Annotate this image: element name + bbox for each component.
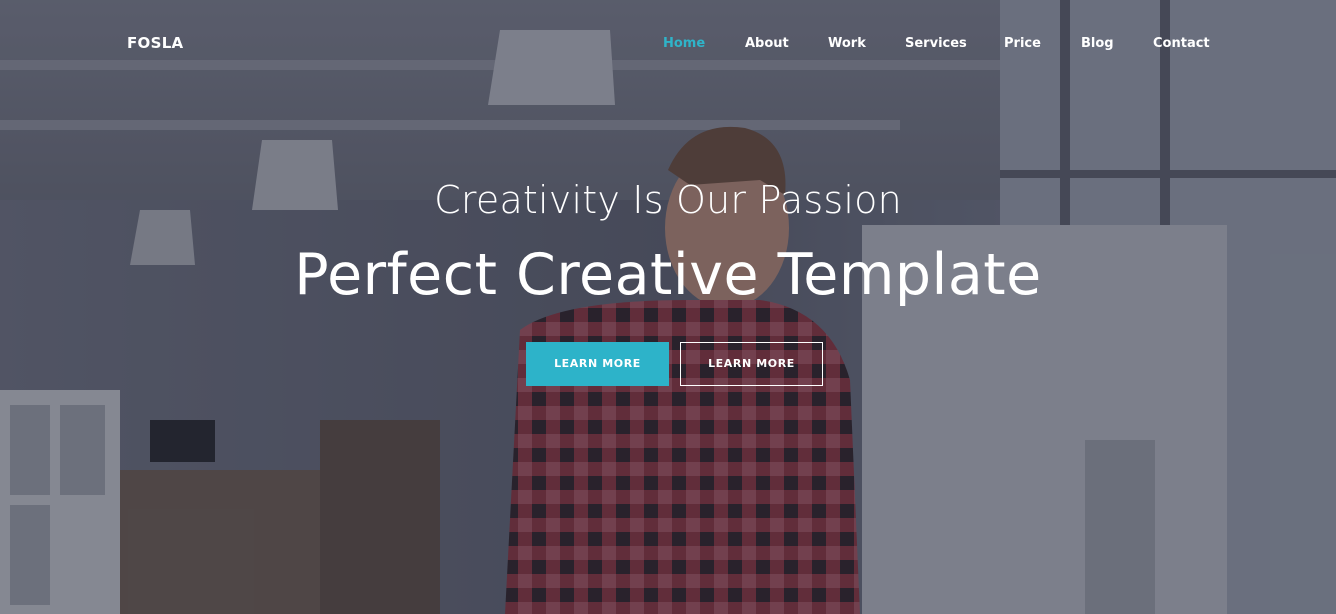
- learn-more-button-outline[interactable]: LEARN MORE: [680, 342, 823, 386]
- nav-item-contact[interactable]: Contact: [1153, 36, 1210, 51]
- navbar: FOSLA Home About Work Services Price Blo…: [0, 0, 1336, 86]
- nav-item-home[interactable]: Home: [663, 36, 705, 51]
- nav-item-work[interactable]: Work: [828, 36, 866, 51]
- nav-menu: Home About Work Services Price Blog Cont…: [0, 36, 1336, 56]
- hero-title: Perfect Creative Template: [294, 242, 1042, 308]
- learn-more-button-primary[interactable]: LEARN MORE: [526, 342, 669, 386]
- hero-subtitle: Creativity Is Our Passion: [434, 178, 902, 222]
- nav-item-price[interactable]: Price: [1004, 36, 1041, 51]
- nav-item-about[interactable]: About: [745, 36, 789, 51]
- nav-item-blog[interactable]: Blog: [1081, 36, 1114, 51]
- hero-section: FOSLA Home About Work Services Price Blo…: [0, 0, 1336, 614]
- nav-item-services[interactable]: Services: [905, 36, 967, 51]
